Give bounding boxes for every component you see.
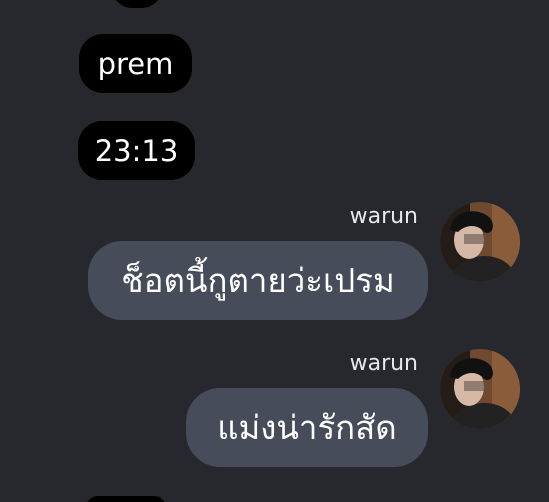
message-text: 23:13 xyxy=(94,133,179,168)
message-bubble-right[interactable]: แม่งน่ารักสัด xyxy=(186,388,428,467)
partial-message-bubble[interactable] xyxy=(86,496,166,502)
sender-name: warun xyxy=(349,204,418,229)
partial-message-bubble[interactable] xyxy=(112,0,162,8)
message-bubble-left[interactable]: prem xyxy=(79,34,192,93)
avatar[interactable] xyxy=(440,349,520,429)
message-bubble-left[interactable]: 23:13 xyxy=(78,121,195,180)
message-bubble-right[interactable]: ช็อตนี้กูตายว่ะเปรม xyxy=(88,241,428,320)
message-text: แม่งน่ารักสัด xyxy=(217,408,397,447)
sender-name: warun xyxy=(349,351,418,376)
message-text: prem xyxy=(97,46,174,81)
profile-photo-icon xyxy=(440,349,520,429)
profile-photo-icon xyxy=(440,202,520,282)
chat-thread: prem 23:13 warun ช็อตนี้กูตายว่ะเปรม war… xyxy=(0,0,549,502)
message-text: ช็อตนี้กูตายว่ะเปรม xyxy=(121,261,395,300)
avatar[interactable] xyxy=(440,202,520,282)
